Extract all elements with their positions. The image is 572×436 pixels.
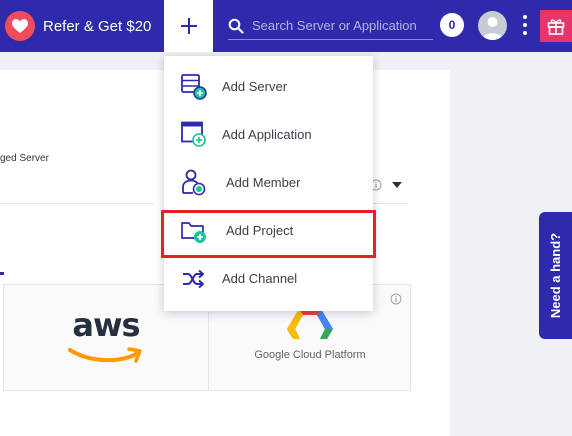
- member-add-icon: [182, 169, 206, 196]
- menu-item-add-application[interactable]: Add Application: [164, 112, 373, 160]
- refer-label: Refer & Get $20: [43, 17, 152, 35]
- server-add-icon: [181, 74, 207, 100]
- section-marker: [0, 272, 4, 275]
- notification-badge[interactable]: 0: [440, 13, 464, 37]
- gift-icon: [547, 19, 565, 35]
- aws-logo: aws: [66, 306, 146, 366]
- menu-item-add-server[interactable]: Add Server: [164, 64, 373, 112]
- gift-button[interactable]: [540, 10, 572, 42]
- menu-item-label: Add Member: [226, 175, 301, 190]
- more-options-icon[interactable]: [521, 15, 529, 35]
- menu-item-label: Add Project: [226, 223, 294, 238]
- provider-select[interactable]: [370, 176, 410, 194]
- info-icon[interactable]: [390, 293, 402, 305]
- caret-down-icon: [392, 182, 402, 188]
- shuffle-icon: [183, 269, 204, 289]
- search-bar: [228, 12, 433, 40]
- search-icon[interactable]: [228, 18, 244, 34]
- menu-item-add-member[interactable]: Add Member: [164, 160, 373, 208]
- divider: [0, 203, 154, 204]
- menu-item-label: Add Server: [222, 79, 288, 94]
- divider: [372, 203, 408, 204]
- need-a-hand-tab[interactable]: Need a hand?: [539, 212, 572, 339]
- plus-icon: [180, 18, 197, 34]
- folder-add-icon: [181, 222, 206, 243]
- top-navbar: Refer & Get $20 0: [0, 0, 572, 52]
- application-add-icon: [181, 121, 206, 147]
- menu-item-label: Add Application: [222, 127, 312, 142]
- add-new-button[interactable]: [164, 0, 213, 52]
- search-input[interactable]: [252, 18, 430, 33]
- gcp-label: Google Cloud Platform: [254, 349, 366, 361]
- menu-item-label: Add Channel: [222, 271, 298, 286]
- menu-item-add-project[interactable]: Add Project: [164, 208, 373, 256]
- menu-item-add-channel[interactable]: Add Channel: [164, 256, 373, 304]
- user-icon: [482, 17, 503, 40]
- avatar[interactable]: [478, 11, 507, 40]
- add-dropdown-menu: Add Server Add Application Add Member Ad…: [164, 56, 373, 311]
- heart-icon: [5, 11, 35, 41]
- gcp-logo-icon: [287, 309, 333, 339]
- refer-button[interactable]: Refer & Get $20: [0, 0, 151, 52]
- need-a-hand-label: Need a hand?: [548, 232, 563, 319]
- managed-server-label: ged Server: [0, 153, 49, 164]
